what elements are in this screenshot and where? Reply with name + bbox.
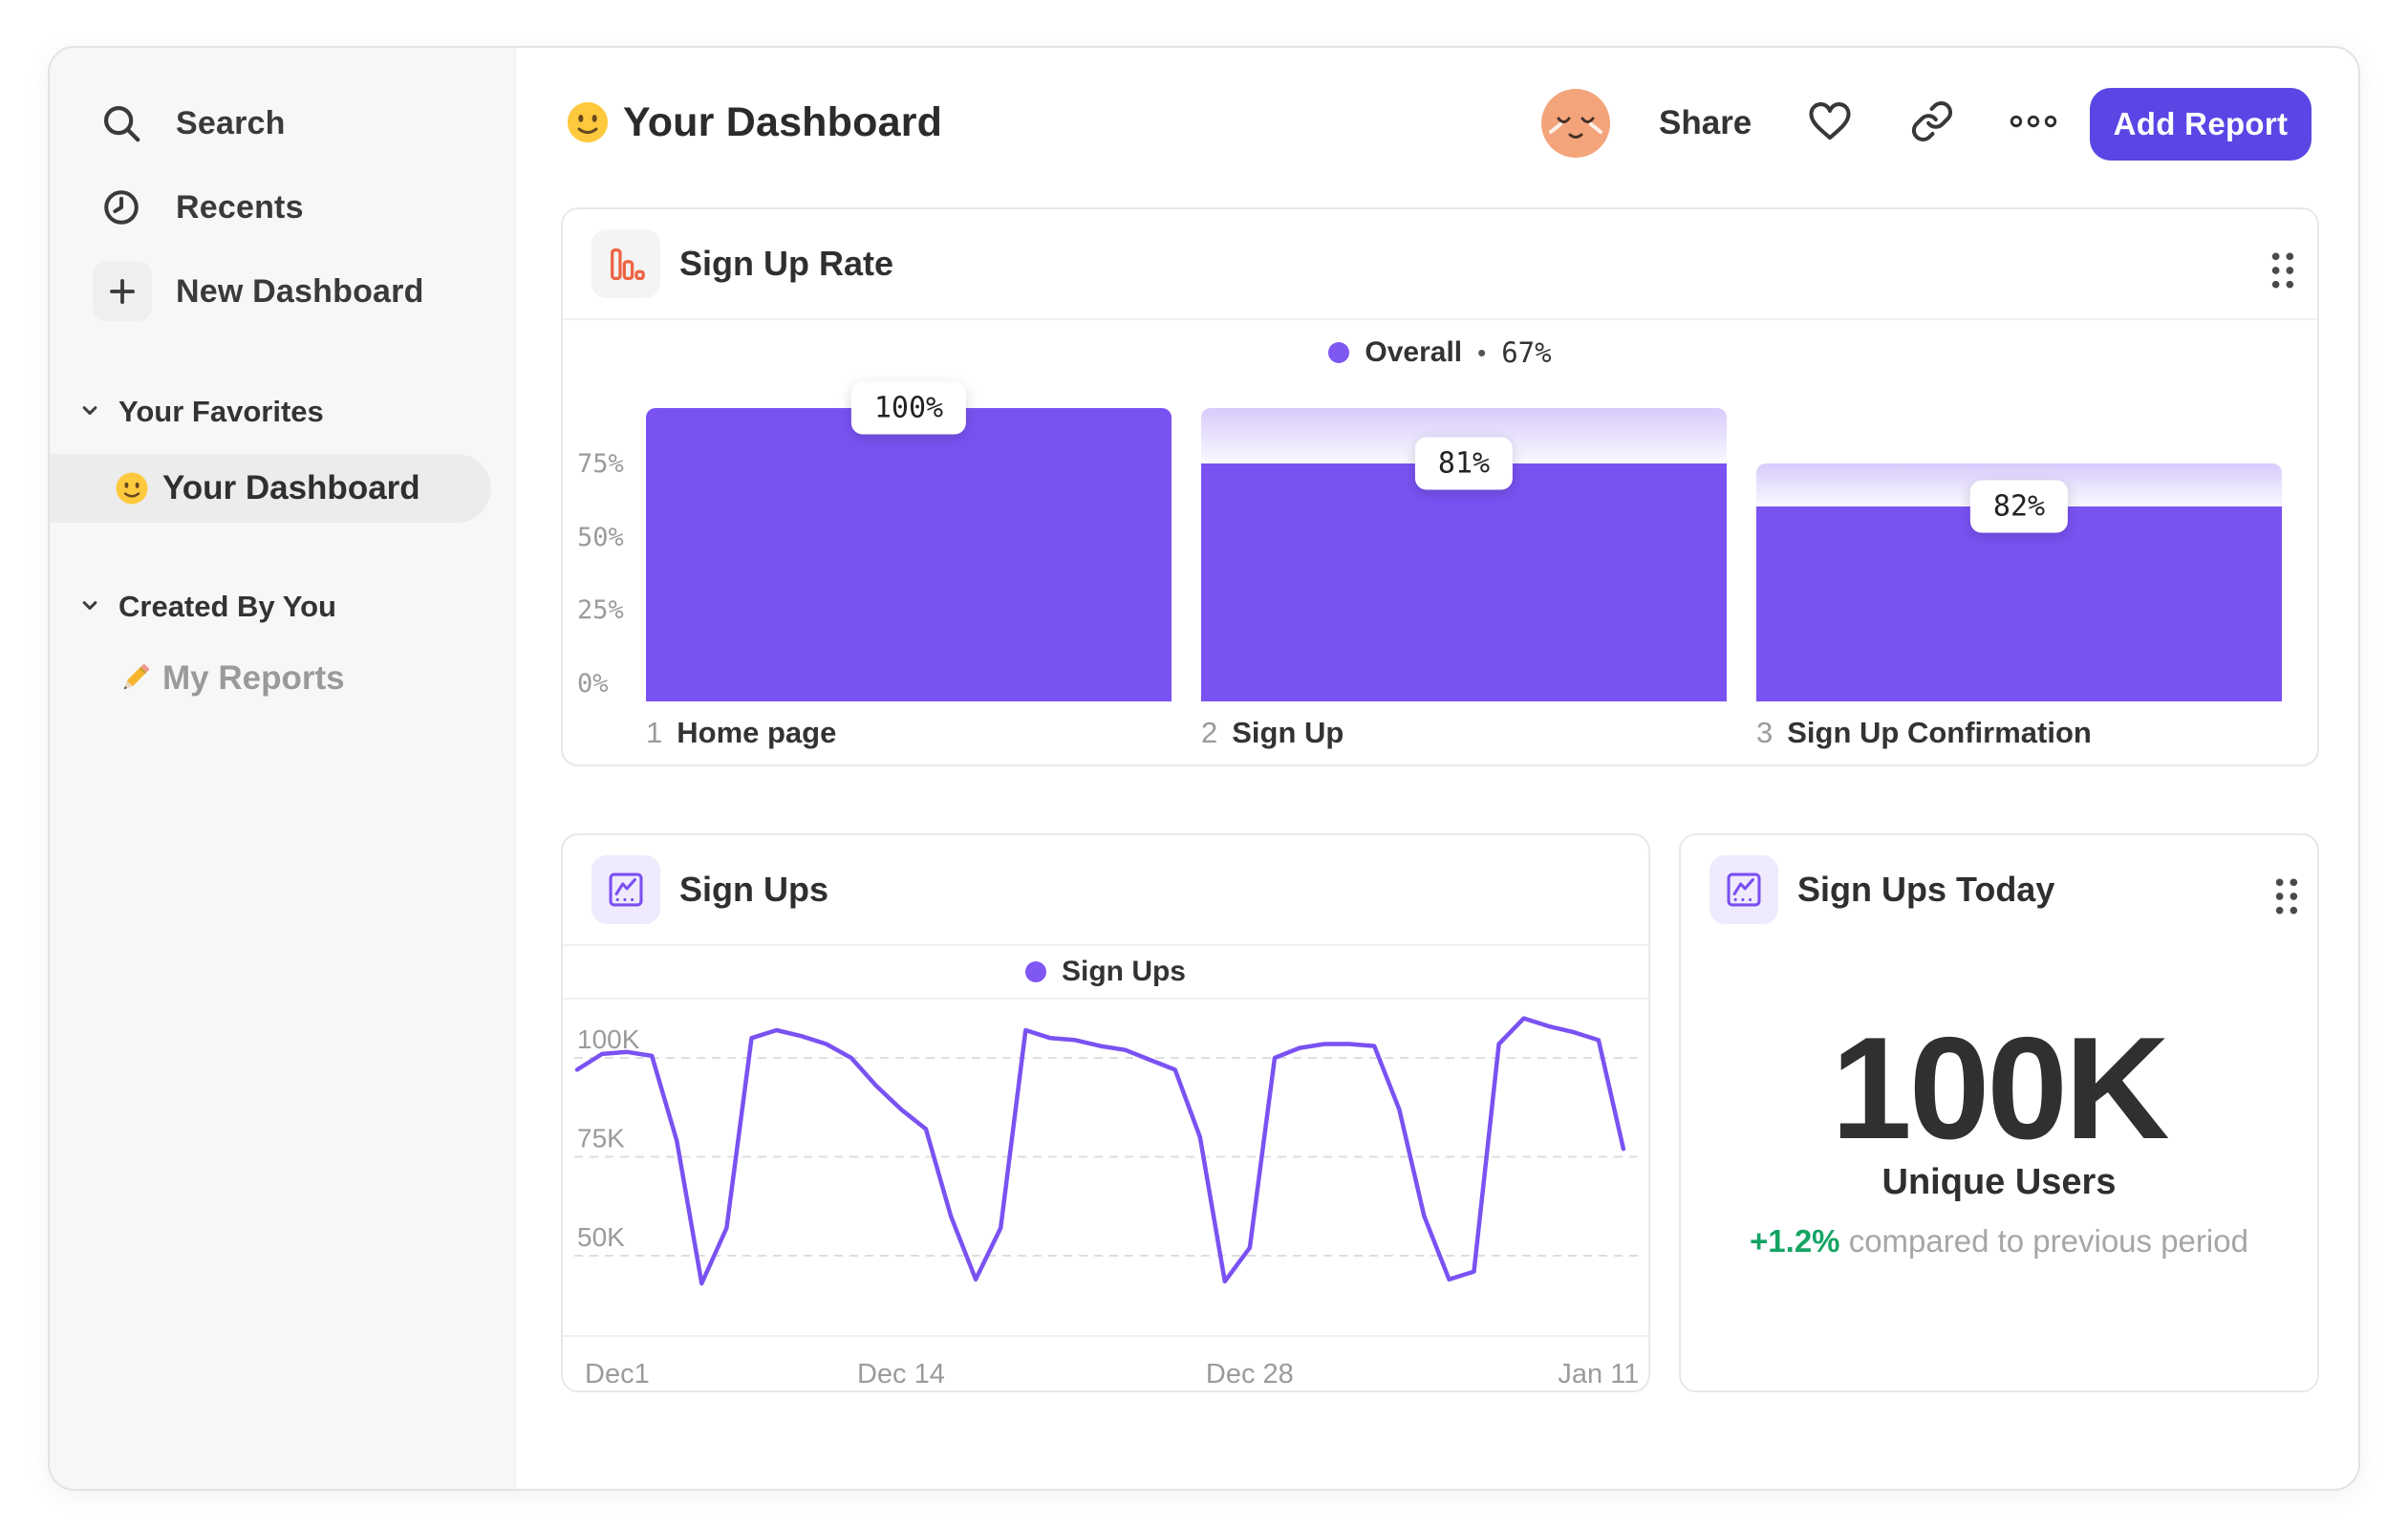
line-legend: Sign Ups — [563, 946, 1648, 1000]
drag-handle-icon[interactable] — [2266, 875, 2308, 917]
svg-text:100K: 100K — [577, 1024, 640, 1054]
chevron-down-icon — [76, 397, 103, 428]
funnel-step-number: 1 — [646, 716, 663, 749]
section-label: Your Favorites — [118, 395, 324, 428]
funnel-chart: 75% 50% 25% 0% 100% 1 Home page 81% 2 Sign Up 82% 3… — [563, 209, 2317, 764]
metric-change: +1.2% compared to previous period — [1681, 1223, 2317, 1260]
copy-link-button[interactable] — [1898, 89, 1967, 158]
funnel-step-number: 2 — [1201, 716, 1218, 749]
favorite-heart-button[interactable] — [1795, 89, 1864, 158]
funnel-y-tick: 25% — [577, 595, 624, 626]
section-label: Created By You — [118, 590, 336, 623]
ellipsis-icon — [2008, 96, 2059, 152]
search-icon — [98, 100, 144, 146]
line-chart-icon — [591, 855, 660, 924]
app-window: Search Recents New Dashboard Your Favori… — [48, 46, 2360, 1491]
share-button[interactable]: Share — [1644, 89, 1767, 158]
card-title: Sign Ups — [679, 870, 829, 909]
funnel-bar — [1201, 463, 1727, 701]
sidebar-item-label: Search — [176, 104, 286, 141]
sidebar-item-recents[interactable]: Recents — [50, 177, 515, 238]
funnel-y-tick: 75% — [577, 448, 624, 479]
legend-dot-icon — [1024, 961, 1046, 982]
signups-x-axis: Dec1 Dec 14 Dec 28 Jan 11 — [563, 1359, 1648, 1393]
funnel-step-name: Sign Up — [1232, 716, 1344, 749]
funnel-step-name: Home page — [677, 716, 837, 749]
line-x-tick: Jan 11 — [1558, 1359, 1640, 1389]
sidebar-item-search[interactable]: Search — [50, 93, 515, 154]
page-title: Your Dashboard — [566, 96, 942, 149]
sidebar-section-created-by-you[interactable]: Created By You — [50, 586, 515, 628]
funnel-value-badge: 82% — [1969, 480, 2069, 533]
funnel-step-label: 1 Home page — [646, 716, 836, 750]
divider — [563, 1335, 1648, 1337]
sign-ups-today-card-header: Sign Ups Today — [1681, 835, 2317, 944]
page-title-text: Your Dashboard — [623, 98, 943, 145]
sidebar: Search Recents New Dashboard Your Favori… — [50, 48, 516, 1489]
signup-rate-card: Sign Up Rate Overall • 67% 75% 50% 25% 0% 10… — [561, 207, 2319, 766]
metric-change-delta: +1.2% — [1750, 1223, 1840, 1259]
smiley-emoji-icon — [566, 100, 610, 144]
line-x-tick: Dec 14 — [856, 1359, 945, 1389]
chevron-down-icon — [76, 592, 103, 623]
line-chart-icon — [1709, 855, 1778, 924]
more-options-button[interactable] — [1999, 89, 2068, 158]
plus-icon — [93, 262, 152, 321]
sidebar-item-label: Recents — [176, 188, 304, 226]
sidebar-item-my-reports[interactable]: My Reports — [50, 644, 515, 713]
legend-label: Sign Ups — [1061, 956, 1186, 987]
heart-icon — [1806, 97, 1854, 150]
sidebar-item-label: My Reports — [162, 659, 345, 697]
funnel-bar — [646, 408, 1172, 701]
sidebar-section-your-favorites[interactable]: Your Favorites — [50, 391, 515, 433]
funnel-y-tick: 50% — [577, 522, 624, 552]
sidebar-item-label: Your Dashboard — [162, 469, 420, 506]
sign-ups-card-header: Sign Ups — [563, 835, 1648, 944]
smiley-emoji-icon — [115, 471, 149, 506]
sidebar-item-label: New Dashboard — [176, 272, 424, 310]
card-title: Sign Ups Today — [1797, 870, 2055, 909]
avatar[interactable] — [1541, 89, 1610, 158]
funnel-y-tick: 0% — [577, 669, 609, 699]
sidebar-item-new-dashboard[interactable]: New Dashboard — [50, 260, 515, 323]
sign-ups-card: Sign Ups Sign Ups 100K 75K 50K Dec1 Dec 14 D… — [561, 833, 1650, 1392]
funnel-value-badge: 81% — [1414, 437, 1514, 490]
sidebar-item-your-dashboard[interactable]: Your Dashboard — [50, 454, 491, 523]
link-icon — [1910, 99, 1954, 148]
add-report-button[interactable]: Add Report — [2090, 88, 2311, 161]
signups-line-svg: 100K 75K 50K — [574, 1016, 1641, 1286]
line-x-tick: Dec 28 — [1205, 1359, 1294, 1389]
pencil-emoji-icon — [117, 660, 153, 697]
svg-text:75K: 75K — [577, 1124, 625, 1153]
funnel-step-label: 2 Sign Up — [1201, 716, 1344, 750]
metric-change-note-text: compared to previous period — [1848, 1223, 2248, 1259]
metric-label: Unique Users — [1881, 1162, 2117, 1202]
line-x-tick: Dec1 — [585, 1359, 650, 1389]
sign-ups-today-card: Sign Ups Today 100K Unique Users +1.2% c… — [1679, 833, 2319, 1392]
funnel-value-badge: 100% — [850, 381, 967, 435]
svg-text:50K: 50K — [577, 1222, 625, 1252]
funnel-step-label: 3 Sign Up Confirmation — [1756, 716, 2092, 750]
clock-icon — [98, 184, 144, 230]
metric-value: 100K — [1831, 1007, 2169, 1170]
funnel-step-number: 3 — [1756, 716, 1774, 749]
funnel-bar — [1756, 506, 2282, 701]
funnel-step-name: Sign Up Confirmation — [1787, 716, 2092, 749]
